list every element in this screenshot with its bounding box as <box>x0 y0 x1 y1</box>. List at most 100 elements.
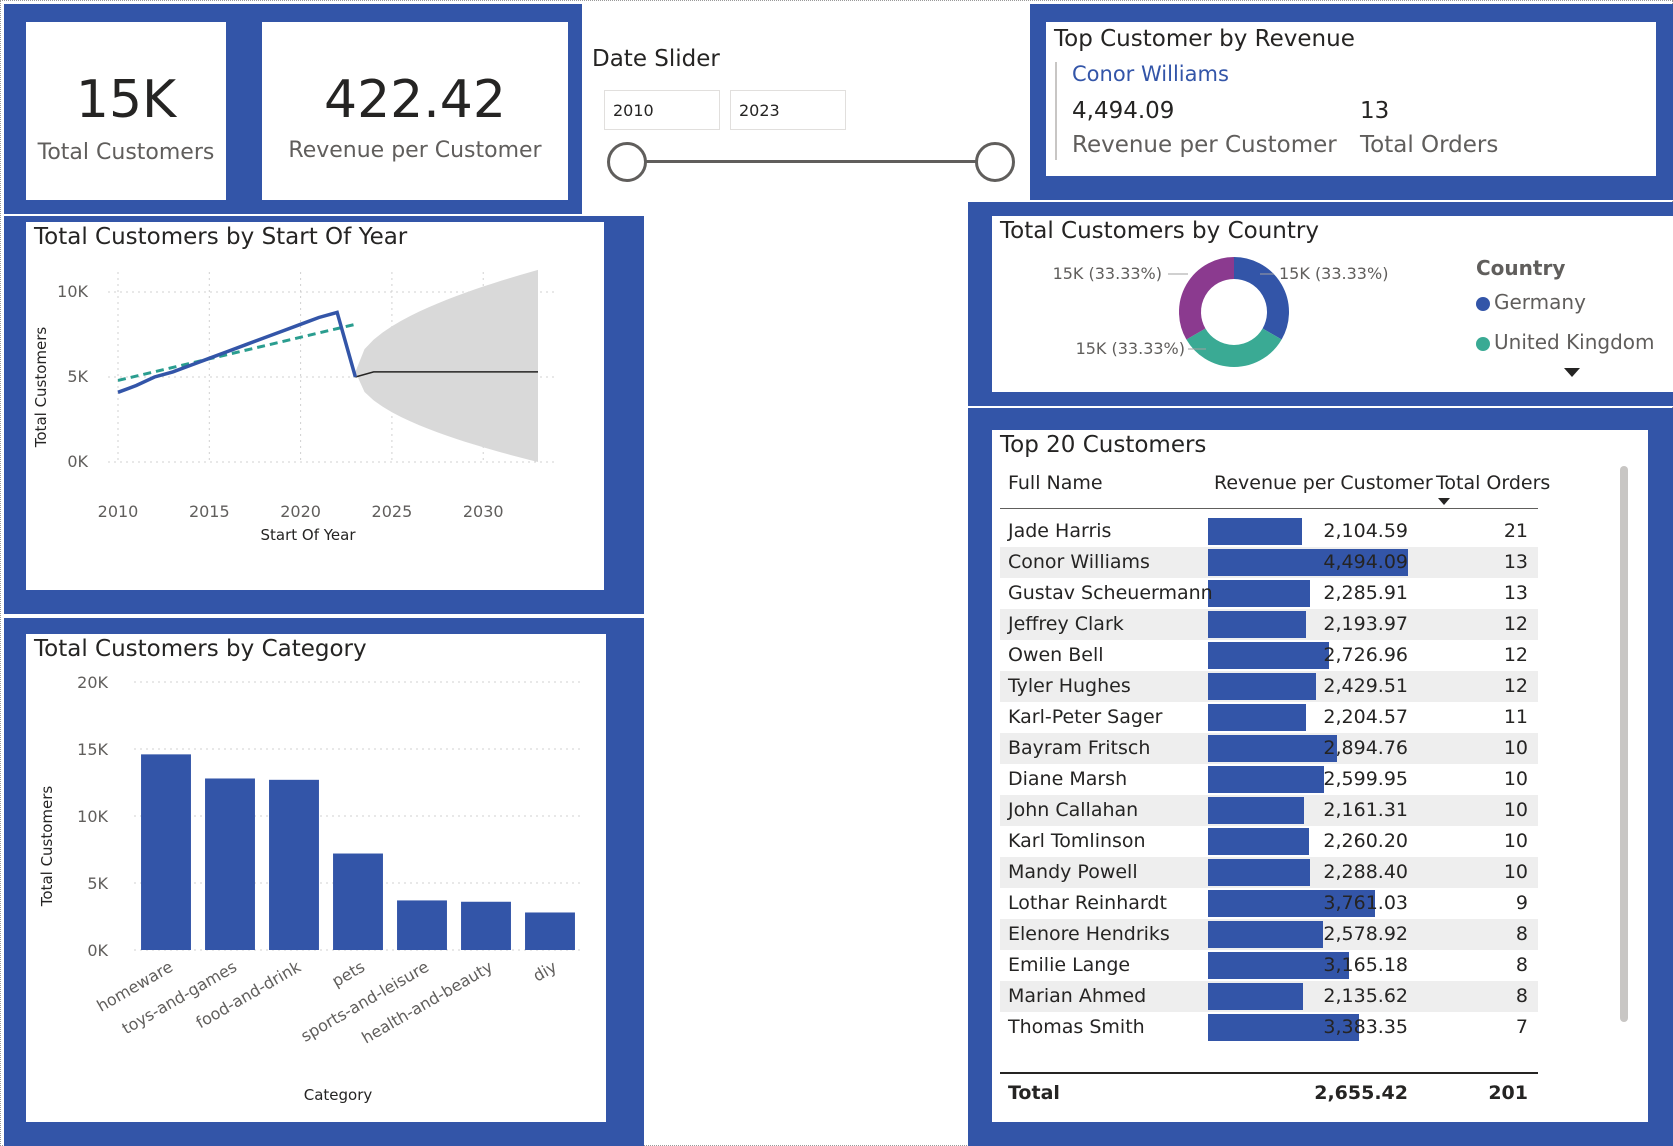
x-tick-label: 2025 <box>372 502 413 521</box>
y-tick-label: 10K <box>57 282 88 301</box>
date-slider-end-handle[interactable] <box>975 142 1015 182</box>
donut-legend-item-germany[interactable]: Germany <box>1476 290 1586 314</box>
bar-chart-svg: 0K5K10K15K20Khomewaretoys-and-gamesfood-… <box>38 673 582 1104</box>
cell-total-orders: 8 <box>1515 985 1528 1007</box>
y-tick-label: 0K <box>67 452 88 471</box>
table-row[interactable]: Owen Bell 2,726.96 12 <box>1000 640 1538 671</box>
table-row[interactable]: Thomas Smith 3,383.35 7 <box>1000 1012 1538 1043</box>
bar <box>397 900 447 950</box>
table-row[interactable]: Karl-Peter Sager 2,204.57 11 <box>1000 702 1538 733</box>
cell-total-orders: 8 <box>1515 954 1528 976</box>
y-tick-label: 10K <box>77 807 108 826</box>
table-row[interactable]: Diane Marsh 2,599.95 10 <box>1000 764 1538 795</box>
table-row[interactable]: Marian Ahmed 2,135.62 8 <box>1000 981 1538 1012</box>
column-header-full-name[interactable]: Full Name <box>1008 472 1103 494</box>
table-row[interactable]: Mandy Powell 2,288.40 10 <box>1000 857 1538 888</box>
header-divider <box>1000 508 1538 509</box>
table-row[interactable]: Tyler Hughes 2,429.51 12 <box>1000 671 1538 702</box>
total-orders: 201 <box>1488 1082 1528 1104</box>
table-row[interactable]: Jeffrey Clark 2,193.97 12 <box>1000 609 1538 640</box>
cell-full-name: Bayram Fritsch <box>1008 737 1151 759</box>
table-row[interactable]: Elenore Hendriks 2,578.92 8 <box>1000 919 1538 950</box>
table-row[interactable]: Bayram Fritsch 2,894.76 10 <box>1000 733 1538 764</box>
column-header-revenue[interactable]: Revenue per Customer <box>1214 472 1433 494</box>
cell-total-orders: 12 <box>1503 675 1528 697</box>
revenue-databar <box>1208 735 1337 762</box>
cell-total-orders: 11 <box>1503 706 1528 728</box>
cell-full-name: Elenore Hendriks <box>1008 923 1170 945</box>
top-customer-title: Top Customer by Revenue <box>1054 26 1355 52</box>
table-row[interactable]: Jade Harris 2,104.59 21 <box>1000 516 1538 547</box>
top-customer-name: Conor Williams <box>1072 62 1229 86</box>
cell-full-name: Jade Harris <box>1008 520 1112 542</box>
table-scrollbar[interactable] <box>1620 466 1628 1022</box>
date-slider-end-input[interactable]: 2023 <box>730 90 846 130</box>
donut-legend-title: Country <box>1476 256 1566 280</box>
table-row[interactable]: Karl Tomlinson 2,260.20 10 <box>1000 826 1538 857</box>
x-tick-label: 2030 <box>463 502 504 521</box>
date-slider-start-handle[interactable] <box>607 142 647 182</box>
total-label: Total <box>1008 1082 1060 1104</box>
kpi-card-total-customers[interactable]: 15K Total Customers <box>26 22 226 200</box>
top-customer-revenue-label: Revenue per Customer <box>1072 132 1337 158</box>
table-row[interactable]: John Callahan 2,161.31 10 <box>1000 795 1538 826</box>
cell-full-name: Tyler Hughes <box>1008 675 1131 697</box>
donut-legend-item-united-kingdom[interactable]: United Kingdom <box>1476 330 1655 354</box>
bar <box>269 779 319 950</box>
table-row[interactable]: Emilie Lange 3,165.18 8 <box>1000 950 1538 981</box>
line-chart-card[interactable]: Total Customers by Start Of Year 0K 5K 10K… <box>26 222 604 590</box>
y-tick-label: 0K <box>87 941 108 960</box>
category-label: food-and-drink <box>193 957 305 1033</box>
legend-label: United Kingdom <box>1494 330 1655 354</box>
cell-total-orders: 12 <box>1503 644 1528 666</box>
y-axis-label: Total Customers <box>38 786 56 908</box>
table-row[interactable]: Conor Williams 4,494.09 13 <box>1000 547 1538 578</box>
total-divider <box>1000 1072 1538 1074</box>
top-customer-card[interactable]: Top Customer by Revenue Conor Williams 4… <box>1046 22 1656 176</box>
cell-full-name: Conor Williams <box>1008 551 1150 573</box>
revenue-databar <box>1208 642 1329 669</box>
table-row[interactable]: Gustav Scheuermann 2,285.91 13 <box>1000 578 1538 609</box>
y-tick-label: 20K <box>77 673 108 692</box>
cell-total-orders: 10 <box>1503 768 1528 790</box>
donut-slice <box>1179 257 1235 340</box>
kpi-label: Total Customers <box>37 140 215 165</box>
cell-revenue: 4,494.09 <box>1323 551 1408 573</box>
bar <box>333 853 383 950</box>
donut-slice <box>1186 327 1282 367</box>
top20-table-card[interactable]: Top 20 Customers Full Name Revenue per C… <box>992 430 1648 1122</box>
date-slider-track[interactable] <box>628 160 996 163</box>
line-chart-svg: 0K 5K 10K 2010 2015 2020 2025 2030 Start Of Year… <box>32 269 558 544</box>
revenue-databar <box>1208 611 1306 638</box>
donut-chart-card[interactable]: Total Customers by Country 15K (33.33%) 1… <box>992 216 1673 392</box>
cell-revenue: 3,383.35 <box>1323 1016 1408 1038</box>
category-label: toys-and-games <box>119 957 240 1038</box>
cell-full-name: Diane Marsh <box>1008 768 1128 790</box>
cell-revenue: 2,260.20 <box>1323 830 1408 852</box>
slice-data-label: 15K (33.33%) <box>1279 264 1388 283</box>
legend-dot-icon <box>1476 296 1490 311</box>
column-header-total-orders[interactable]: Total Orders <box>1436 472 1550 494</box>
slice-data-label: 15K (33.33%) <box>1053 264 1162 283</box>
top-customer-divider <box>1055 62 1057 160</box>
cell-total-orders: 12 <box>1503 613 1528 635</box>
revenue-databar <box>1208 518 1302 545</box>
bar-chart-card[interactable]: Total Customers by Category 0K 5K 10K 15K 20… <box>26 634 606 1122</box>
cell-full-name: John Callahan <box>1008 799 1139 821</box>
cell-full-name: Jeffrey Clark <box>1008 613 1124 635</box>
legend-scroll-down-icon[interactable] <box>1564 368 1580 377</box>
cell-full-name: Lothar Reinhardt <box>1008 892 1167 914</box>
kpi-card-revenue-per-customer[interactable]: 422.42 Revenue per Customer <box>262 22 568 200</box>
date-slider-start-input[interactable]: 2010 <box>604 90 720 130</box>
revenue-databar <box>1208 859 1310 886</box>
x-tick-label: 2015 <box>189 502 230 521</box>
cell-total-orders: 7 <box>1515 1016 1528 1038</box>
cell-revenue: 2,894.76 <box>1323 737 1408 759</box>
total-revenue: 2,655.42 <box>1314 1082 1408 1104</box>
table-row[interactable]: Lothar Reinhardt 3,761.03 9 <box>1000 888 1538 919</box>
cell-total-orders: 13 <box>1503 582 1528 604</box>
cell-total-orders: 8 <box>1515 923 1528 945</box>
bar <box>461 901 511 950</box>
cell-revenue: 2,161.31 <box>1323 799 1408 821</box>
slice-data-label: 15K (33.33%) <box>1076 339 1185 358</box>
